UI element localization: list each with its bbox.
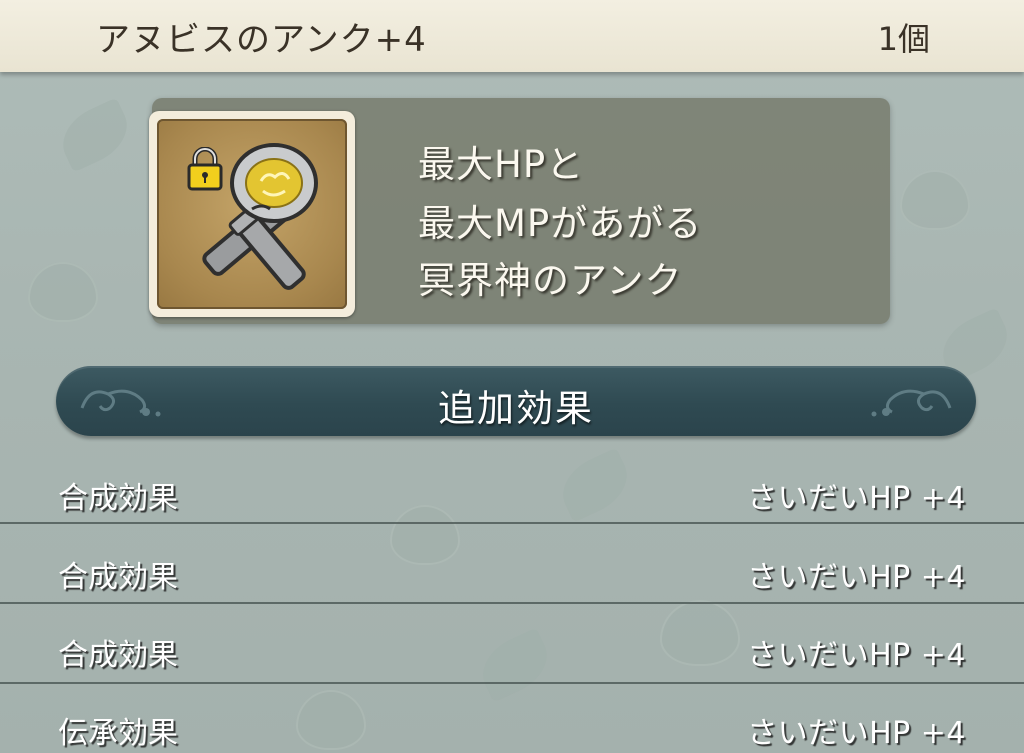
row-divider: [0, 602, 1024, 604]
effect-value: さいだいHP +4: [747, 481, 966, 516]
section-title: 追加効果: [438, 387, 594, 430]
effect-type: 合成効果: [58, 638, 178, 673]
scroll-ornament-icon: [871, 389, 952, 417]
effect-value: さいだいHP +4: [747, 560, 966, 595]
effect-row: 合成効果 さいだいHP +4: [0, 530, 1024, 610]
row-divider: [0, 522, 1024, 524]
effect-row: 伝承効果 さいだいHP +4: [0, 690, 1024, 753]
description-line: 冥界神のアンク: [418, 259, 683, 302]
effect-row: 合成効果 さいだいHP +4: [0, 610, 1024, 690]
description-line: 最大HPと: [418, 143, 585, 186]
effect-type: 合成効果: [58, 481, 178, 516]
item-name: アヌビスのアンク+4: [96, 20, 427, 60]
description-line: 最大MPがあがる: [418, 202, 703, 245]
effect-value: さいだいHP +4: [747, 638, 966, 673]
item-count: 1個: [877, 20, 930, 58]
effect-type: 合成効果: [58, 560, 178, 595]
row-divider: [0, 682, 1024, 684]
additional-effects-banner: 追加効果: [56, 366, 976, 436]
effect-type: 伝承効果: [58, 716, 178, 751]
lock-icon: [187, 147, 223, 191]
item-icon-frame: [149, 111, 355, 317]
effect-value: さいだいHP +4: [747, 716, 966, 751]
item-header: アヌビスのアンク+4 1個: [0, 0, 1024, 72]
ankh-icon: [157, 119, 347, 309]
effect-row: 合成効果 さいだいHP +4: [0, 451, 1024, 531]
